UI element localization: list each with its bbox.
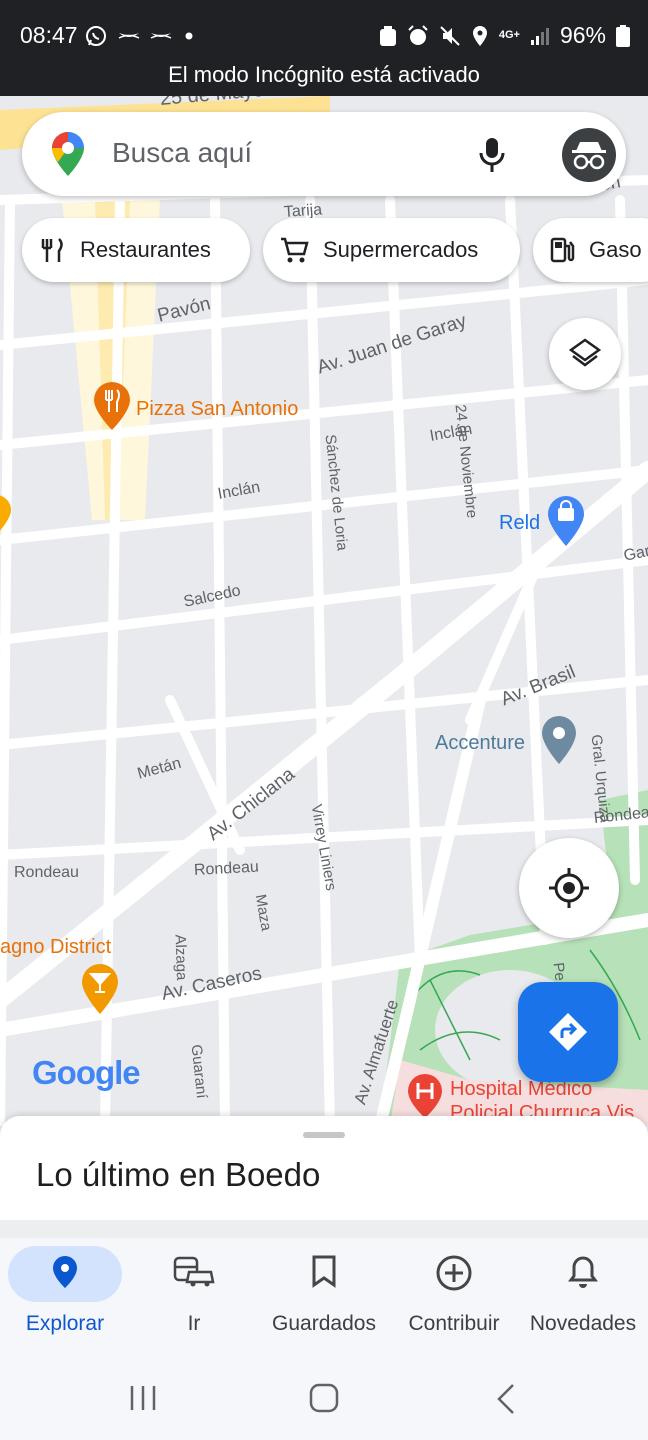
car-bus-icon (173, 1256, 215, 1287)
dot-icon (185, 32, 193, 40)
chip-label: Restaurantes (80, 237, 211, 262)
crosshair-icon (549, 868, 589, 908)
recent-apps-icon[interactable] (128, 1384, 158, 1412)
incognito-icon (572, 142, 606, 170)
bookmark-icon (312, 1255, 336, 1288)
hospital-pin-icon[interactable] (406, 1072, 444, 1120)
search-input[interactable]: Busca aquí (112, 137, 252, 169)
incognito-banner: El modo Incógnito está activado (168, 62, 480, 87)
directions-button[interactable] (518, 982, 618, 1082)
street-label: Pe (549, 961, 569, 982)
fork-knife-icon (38, 236, 66, 264)
nav-label: Guardados (272, 1312, 376, 1335)
place-label-pizza[interactable]: Pizza San Antonio (136, 398, 298, 421)
location-pin-icon[interactable] (540, 714, 578, 766)
bird-icon (150, 33, 172, 39)
place-label-accenture[interactable]: Accenture (435, 732, 525, 755)
nav-label: Ir (187, 1312, 201, 1335)
nav-go[interactable]: Ir (129, 1238, 259, 1360)
street-label: Alzaga (171, 934, 191, 981)
chip-label: Gaso (589, 237, 642, 262)
signal-icon (530, 27, 549, 45)
mute-icon (440, 25, 460, 46)
home-icon[interactable] (308, 1382, 340, 1414)
chip-supermarkets[interactable]: Supermercados (263, 218, 520, 282)
location-icon (472, 25, 487, 46)
microphone-icon[interactable] (478, 136, 506, 174)
chip-restaurants[interactable]: Restaurantes (22, 218, 250, 282)
bell-icon (568, 1256, 598, 1288)
cart-icon (279, 236, 309, 264)
gas-station-icon (549, 236, 575, 264)
nav-label: Novedades (529, 1312, 637, 1335)
bottom-sheet[interactable]: Lo último en Boedo (0, 1116, 648, 1220)
place-label-district[interactable]: agno District (0, 936, 111, 959)
layers-icon (568, 338, 602, 367)
search-bar[interactable]: Busca aquí (22, 112, 626, 196)
chip-gas-stations[interactable]: Gaso (533, 218, 648, 282)
chip-label: Supermercados (323, 237, 479, 262)
google-logo-text: Google (32, 1054, 141, 1091)
incognito-avatar[interactable] (562, 128, 616, 182)
network-type: 4G+ (498, 29, 520, 41)
street-label: Rondeau (193, 858, 260, 879)
restaurant-pin-icon[interactable] (92, 380, 132, 432)
status-time: 08:47 (20, 22, 78, 48)
back-icon[interactable] (494, 1382, 518, 1416)
my-location-button[interactable] (519, 838, 619, 938)
restaurant-pin-icon[interactable] (0, 494, 12, 536)
nav-saved[interactable]: Guardados (259, 1238, 389, 1360)
sheet-drag-handle[interactable] (303, 1132, 345, 1138)
nav-label: Contribuir (408, 1312, 500, 1335)
recycle-icon (379, 25, 396, 46)
battery-percent: 96% (559, 22, 606, 48)
status-bar: 08:47 4G+ 96% El modo Incógnito está act… (0, 0, 648, 96)
sheet-title: Lo último en Boedo (36, 1156, 321, 1193)
directions-icon (549, 1013, 587, 1051)
sheet-divider (0, 1220, 648, 1238)
layers-button[interactable] (549, 318, 621, 390)
street-label: Rondeau (14, 864, 79, 881)
notification-icons (84, 24, 196, 48)
nav-updates[interactable]: Novedades (518, 1238, 648, 1360)
plus-circle-icon (436, 1255, 472, 1291)
shopping-pin-icon[interactable] (546, 494, 586, 548)
nav-contribute[interactable]: Contribuir (389, 1238, 519, 1360)
battery-icon (616, 24, 630, 47)
google-logo: Google (32, 1054, 141, 1092)
maps-pin-icon (52, 132, 84, 176)
bar-pin-icon[interactable] (80, 962, 120, 1016)
alarm-icon (408, 24, 428, 45)
bird-icon (118, 33, 140, 39)
location-pin-icon (53, 1256, 77, 1288)
status-right: 4G+ 96% (379, 22, 630, 49)
bottom-navigation: Explorar Ir Guardados Contribuir Novedad… (0, 1238, 648, 1360)
place-label-reld[interactable]: Reld (499, 512, 540, 535)
nav-explore[interactable]: Explorar (0, 1238, 130, 1360)
system-navigation (0, 1360, 648, 1440)
whatsapp-icon (86, 26, 106, 46)
